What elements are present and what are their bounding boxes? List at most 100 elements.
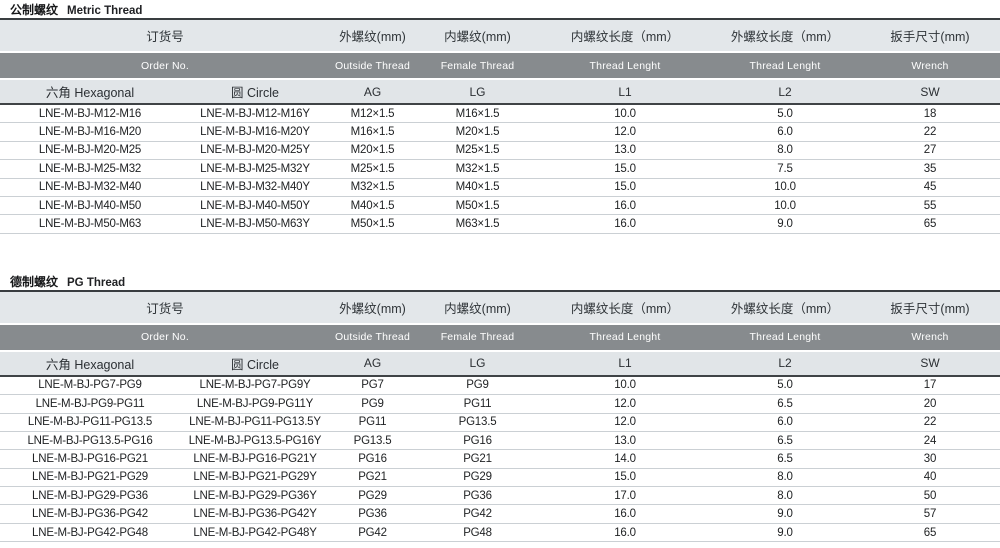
order-no-circle-cell: LNE-M-BJ-PG16-PG21Y — [180, 453, 330, 465]
header-row-cn: 订货号 外螺纹(mm) 内螺纹(mm) 内螺纹长度（mm） 外螺纹长度（mm） … — [0, 292, 1000, 323]
outside-thread-cell: M25×1.5 — [330, 163, 415, 175]
subheader-row: 六角 Hexagonal 圆 Circle AG LG L1 L2 SW — [0, 80, 1000, 105]
header-thread-length-outer-en: Thread Lenght — [710, 331, 860, 343]
female-thread-cell: PG11 — [415, 398, 540, 410]
thread-length-l2-cell: 6.0 — [710, 126, 860, 138]
female-thread-cell: M40×1.5 — [415, 181, 540, 193]
table-row: LNE-M-BJ-PG11-PG13.5 LNE-M-BJ-PG11-PG13.… — [0, 414, 1000, 432]
header-row-en: Order No. Outside Thread Female Thread T… — [0, 53, 1000, 78]
outside-thread-cell: PG13.5 — [330, 435, 415, 447]
order-no-circle-cell: LNE-M-BJ-PG11-PG13.5Y — [180, 416, 330, 428]
female-thread-cell: PG21 — [415, 453, 540, 465]
thread-length-l1-cell: 14.0 — [540, 453, 710, 465]
pg-thread-table: 订货号 外螺纹(mm) 内螺纹(mm) 内螺纹长度（mm） 外螺纹长度（mm） … — [0, 290, 1000, 543]
metric-thread-section: 公制螺纹 Metric Thread 订货号 外螺纹(mm) 内螺纹(mm) 内… — [0, 0, 1000, 234]
female-thread-cell: PG16 — [415, 435, 540, 447]
subheader-l1: L1 — [540, 356, 710, 370]
order-no-circle-cell: LNE-M-BJ-M50-M63Y — [180, 218, 330, 230]
header-order-no-en: Order No. — [0, 331, 330, 343]
subheader-l2: L2 — [710, 356, 860, 370]
header-wrench-en: Wrench — [860, 331, 1000, 343]
header-female-thread-en: Female Thread — [415, 331, 540, 343]
header-female-thread-en: Female Thread — [415, 60, 540, 72]
thread-length-l2-cell: 6.5 — [710, 435, 860, 447]
subheader-circle: 圆 Circle — [180, 82, 330, 101]
pg-thread-section: 德制螺纹 PG Thread 订货号 外螺纹(mm) 内螺纹(mm) 内螺纹长度… — [0, 272, 1000, 543]
order-no-circle-cell: LNE-M-BJ-M20-M25Y — [180, 144, 330, 156]
wrench-size-cell: 20 — [860, 398, 1000, 410]
table-row: LNE-M-BJ-M50-M63 LNE-M-BJ-M50-M63Y M50×1… — [0, 215, 1000, 233]
order-no-circle-cell: LNE-M-BJ-PG21-PG29Y — [180, 471, 330, 483]
thread-length-l1-cell: 15.0 — [540, 471, 710, 483]
header-order-no-cn: 订货号 — [0, 26, 330, 45]
table-row: LNE-M-BJ-PG13.5-PG16 LNE-M-BJ-PG13.5-PG1… — [0, 432, 1000, 450]
section-title: 公制螺纹 Metric Thread — [0, 0, 1000, 18]
header-thread-length-inner-cn: 内螺纹长度（mm） — [540, 298, 710, 317]
outside-thread-cell: PG11 — [330, 416, 415, 428]
subheader-row: 六角 Hexagonal 圆 Circle AG LG L1 L2 SW — [0, 352, 1000, 377]
outside-thread-cell: PG29 — [330, 490, 415, 502]
order-no-circle-cell: LNE-M-BJ-PG29-PG36Y — [180, 490, 330, 502]
wrench-size-cell: 30 — [860, 453, 1000, 465]
thread-length-l2-cell: 5.0 — [710, 108, 860, 120]
table-row: LNE-M-BJ-M16-M20 LNE-M-BJ-M16-M20Y M16×1… — [0, 123, 1000, 141]
female-thread-cell: M32×1.5 — [415, 163, 540, 175]
thread-length-l1-cell: 15.0 — [540, 163, 710, 175]
outside-thread-cell: PG9 — [330, 398, 415, 410]
wrench-size-cell: 17 — [860, 379, 1000, 391]
outside-thread-cell: M12×1.5 — [330, 108, 415, 120]
thread-length-l1-cell: 13.0 — [540, 144, 710, 156]
wrench-size-cell: 57 — [860, 508, 1000, 520]
order-no-hexagonal-cell: LNE-M-BJ-PG42-PG48 — [0, 527, 180, 539]
subheader-sw: SW — [860, 356, 1000, 370]
header-thread-length-inner-en: Thread Lenght — [540, 60, 710, 72]
female-thread-cell: M20×1.5 — [415, 126, 540, 138]
thread-length-l1-cell: 16.0 — [540, 200, 710, 212]
table-row: LNE-M-BJ-M12-M16 LNE-M-BJ-M12-M16Y M12×1… — [0, 105, 1000, 123]
thread-length-l2-cell: 10.0 — [710, 181, 860, 193]
female-thread-cell: PG48 — [415, 527, 540, 539]
wrench-size-cell: 45 — [860, 181, 1000, 193]
outside-thread-cell: PG42 — [330, 527, 415, 539]
wrench-size-cell: 18 — [860, 108, 1000, 120]
thread-length-l1-cell: 16.0 — [540, 218, 710, 230]
female-thread-cell: M63×1.5 — [415, 218, 540, 230]
order-no-circle-cell: LNE-M-BJ-PG7-PG9Y — [180, 379, 330, 391]
table-row: LNE-M-BJ-PG36-PG42 LNE-M-BJ-PG36-PG42Y P… — [0, 505, 1000, 523]
order-no-circle-cell: LNE-M-BJ-PG9-PG11Y — [180, 398, 330, 410]
header-outside-thread-cn: 外螺纹(mm) — [330, 26, 415, 45]
wrench-size-cell: 40 — [860, 471, 1000, 483]
table-row: LNE-M-BJ-PG9-PG11 LNE-M-BJ-PG9-PG11Y PG9… — [0, 395, 1000, 413]
header-order-no-cn: 订货号 — [0, 298, 330, 317]
header-outside-thread-en: Outside Thread — [330, 331, 415, 343]
table-row: LNE-M-BJ-M20-M25 LNE-M-BJ-M20-M25Y M20×1… — [0, 142, 1000, 160]
thread-length-l1-cell: 13.0 — [540, 435, 710, 447]
order-no-hexagonal-cell: LNE-M-BJ-PG36-PG42 — [0, 508, 180, 520]
order-no-hexagonal-cell: LNE-M-BJ-M12-M16 — [0, 108, 180, 120]
thread-length-l1-cell: 17.0 — [540, 490, 710, 502]
thread-length-l1-cell: 12.0 — [540, 398, 710, 410]
header-thread-length-inner-en: Thread Lenght — [540, 331, 710, 343]
thread-length-l2-cell: 9.0 — [710, 527, 860, 539]
section-title-en: PG Thread — [67, 277, 125, 289]
order-no-circle-cell: LNE-M-BJ-M16-M20Y — [180, 126, 330, 138]
table-row: LNE-M-BJ-PG29-PG36 LNE-M-BJ-PG29-PG36Y P… — [0, 487, 1000, 505]
thread-length-l1-cell: 10.0 — [540, 379, 710, 391]
header-thread-length-outer-cn: 外螺纹长度（mm） — [710, 298, 860, 317]
order-no-hexagonal-cell: LNE-M-BJ-M50-M63 — [0, 218, 180, 230]
subheader-ag: AG — [330, 85, 415, 99]
outside-thread-cell: M32×1.5 — [330, 181, 415, 193]
female-thread-cell: M50×1.5 — [415, 200, 540, 212]
section-title-en: Metric Thread — [67, 5, 142, 17]
outside-thread-cell: PG16 — [330, 453, 415, 465]
order-no-circle-cell: LNE-M-BJ-M25-M32Y — [180, 163, 330, 175]
header-thread-length-outer-cn: 外螺纹长度（mm） — [710, 26, 860, 45]
section-title: 德制螺纹 PG Thread — [0, 272, 1000, 290]
wrench-size-cell: 65 — [860, 527, 1000, 539]
table-row: LNE-M-BJ-M40-M50 LNE-M-BJ-M40-M50Y M40×1… — [0, 197, 1000, 215]
female-thread-cell: M25×1.5 — [415, 144, 540, 156]
subheader-hexagonal: 六角 Hexagonal — [0, 82, 180, 101]
thread-length-l1-cell: 15.0 — [540, 181, 710, 193]
wrench-size-cell: 50 — [860, 490, 1000, 502]
outside-thread-cell: M20×1.5 — [330, 144, 415, 156]
